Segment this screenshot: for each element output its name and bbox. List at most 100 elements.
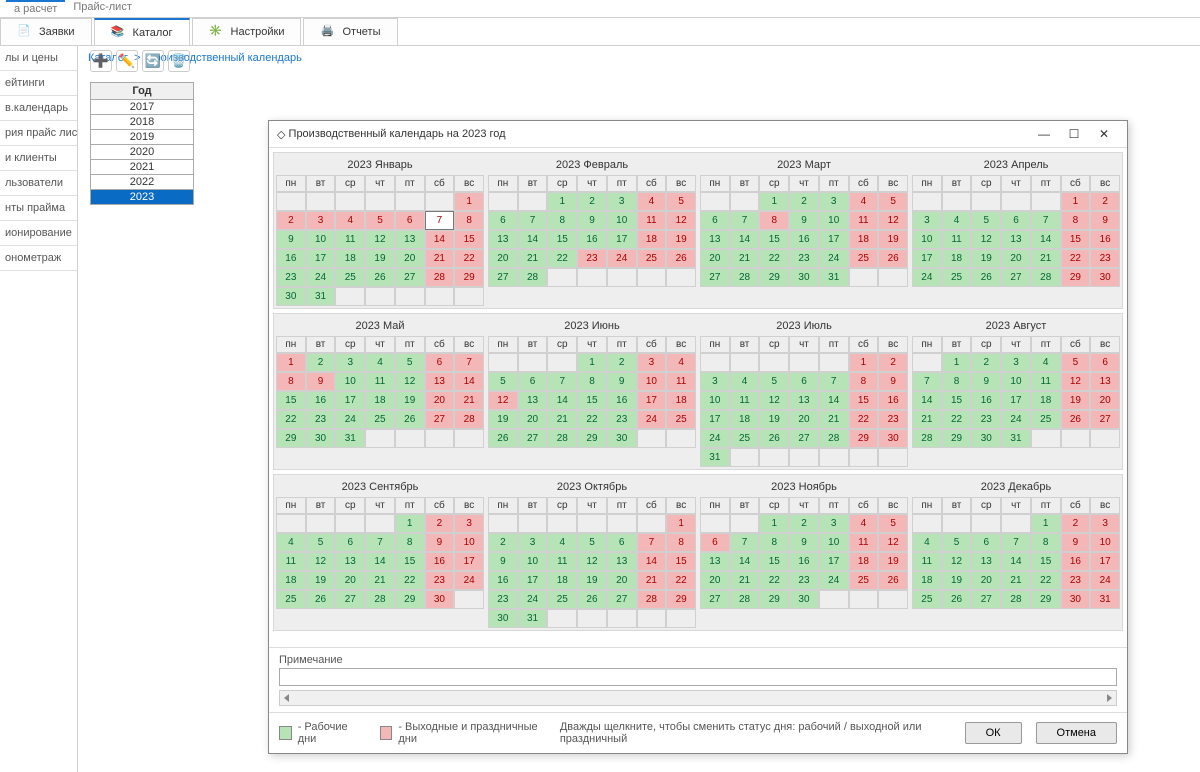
- day-cell[interactable]: 25: [1031, 410, 1061, 429]
- day-cell[interactable]: 17: [819, 230, 849, 249]
- day-cell[interactable]: 18: [730, 410, 760, 429]
- day-cell[interactable]: 3: [912, 211, 942, 230]
- day-cell[interactable]: 13: [425, 372, 455, 391]
- day-cell[interactable]: 16: [488, 571, 518, 590]
- sidebar-item[interactable]: и клиенты: [0, 146, 77, 171]
- day-cell[interactable]: 29: [577, 429, 607, 448]
- day-cell[interactable]: 8: [1031, 533, 1061, 552]
- day-cell[interactable]: 29: [759, 590, 789, 609]
- day-cell[interactable]: 5: [1061, 353, 1091, 372]
- day-cell[interactable]: 14: [730, 552, 760, 571]
- day-cell[interactable]: 31: [700, 448, 730, 467]
- note-input[interactable]: [279, 668, 1117, 686]
- day-cell[interactable]: 2: [878, 353, 908, 372]
- day-cell[interactable]: 7: [730, 211, 760, 230]
- day-cell[interactable]: 19: [878, 230, 908, 249]
- day-cell[interactable]: 10: [1001, 372, 1031, 391]
- day-cell[interactable]: 9: [1061, 533, 1091, 552]
- day-cell[interactable]: 28: [912, 429, 942, 448]
- day-cell[interactable]: 24: [1090, 571, 1120, 590]
- day-cell[interactable]: 13: [700, 552, 730, 571]
- day-cell[interactable]: 21: [454, 391, 484, 410]
- day-cell[interactable]: 28: [365, 590, 395, 609]
- day-cell[interactable]: 21: [819, 410, 849, 429]
- day-cell[interactable]: 3: [637, 353, 667, 372]
- day-cell[interactable]: 26: [488, 429, 518, 448]
- day-cell[interactable]: 18: [335, 249, 365, 268]
- day-cell[interactable]: 14: [819, 391, 849, 410]
- day-cell[interactable]: 26: [666, 249, 696, 268]
- day-cell[interactable]: 23: [878, 410, 908, 429]
- day-cell[interactable]: 18: [365, 391, 395, 410]
- day-cell[interactable]: 25: [365, 410, 395, 429]
- day-cell[interactable]: 14: [912, 391, 942, 410]
- day-cell[interactable]: 17: [306, 249, 336, 268]
- day-cell[interactable]: 5: [942, 533, 972, 552]
- day-cell[interactable]: 1: [666, 514, 696, 533]
- day-cell[interactable]: 26: [1061, 410, 1091, 429]
- day-cell[interactable]: 10: [607, 211, 637, 230]
- day-cell[interactable]: 18: [637, 230, 667, 249]
- day-cell[interactable]: 4: [547, 533, 577, 552]
- maximize-button[interactable]: ☐: [1059, 125, 1089, 143]
- day-cell[interactable]: 24: [607, 249, 637, 268]
- day-cell[interactable]: 13: [395, 230, 425, 249]
- day-cell[interactable]: 4: [849, 514, 879, 533]
- day-cell[interactable]: 28: [518, 268, 548, 287]
- day-cell[interactable]: 11: [365, 372, 395, 391]
- add-button[interactable]: ➕: [90, 50, 112, 72]
- day-cell[interactable]: 12: [759, 391, 789, 410]
- day-cell[interactable]: 7: [819, 372, 849, 391]
- day-cell[interactable]: 20: [607, 571, 637, 590]
- day-cell[interactable]: 6: [789, 372, 819, 391]
- day-cell[interactable]: 21: [637, 571, 667, 590]
- day-cell[interactable]: 20: [335, 571, 365, 590]
- day-cell[interactable]: 9: [971, 372, 1001, 391]
- day-cell[interactable]: 9: [1090, 211, 1120, 230]
- day-cell[interactable]: 5: [306, 533, 336, 552]
- day-cell[interactable]: 2: [607, 353, 637, 372]
- day-cell[interactable]: 22: [577, 410, 607, 429]
- day-cell[interactable]: 18: [849, 552, 879, 571]
- day-cell[interactable]: 11: [942, 230, 972, 249]
- day-cell[interactable]: 21: [912, 410, 942, 429]
- day-cell[interactable]: 27: [1090, 410, 1120, 429]
- day-cell[interactable]: 17: [454, 552, 484, 571]
- day-cell[interactable]: 29: [395, 590, 425, 609]
- day-cell[interactable]: 8: [759, 211, 789, 230]
- sidebar-item[interactable]: рия прайс листов: [0, 121, 77, 146]
- day-cell[interactable]: 3: [335, 353, 365, 372]
- day-cell[interactable]: 20: [1001, 249, 1031, 268]
- day-cell[interactable]: 29: [454, 268, 484, 287]
- day-cell[interactable]: 22: [547, 249, 577, 268]
- day-cell[interactable]: 30: [1061, 590, 1091, 609]
- day-cell[interactable]: 6: [1090, 353, 1120, 372]
- day-cell[interactable]: 29: [666, 590, 696, 609]
- day-cell[interactable]: 10: [912, 230, 942, 249]
- day-cell[interactable]: 7: [1001, 533, 1031, 552]
- day-cell[interactable]: 6: [607, 533, 637, 552]
- day-cell[interactable]: 29: [1031, 590, 1061, 609]
- day-cell[interactable]: 15: [942, 391, 972, 410]
- day-cell[interactable]: 18: [849, 230, 879, 249]
- day-cell[interactable]: 26: [395, 410, 425, 429]
- day-cell[interactable]: 31: [306, 287, 336, 306]
- day-cell[interactable]: 8: [942, 372, 972, 391]
- day-cell[interactable]: 16: [306, 391, 336, 410]
- top-tab[interactable]: а расчет: [6, 0, 65, 17]
- day-cell[interactable]: 3: [819, 192, 849, 211]
- day-cell[interactable]: 1: [759, 514, 789, 533]
- day-cell[interactable]: 8: [666, 533, 696, 552]
- day-cell[interactable]: 14: [1001, 552, 1031, 571]
- day-cell[interactable]: 26: [971, 268, 1001, 287]
- day-cell[interactable]: 27: [700, 268, 730, 287]
- year-item[interactable]: 2017: [90, 100, 194, 115]
- day-cell[interactable]: 23: [971, 410, 1001, 429]
- day-cell[interactable]: 6: [395, 211, 425, 230]
- day-cell[interactable]: 2: [1090, 192, 1120, 211]
- day-cell[interactable]: 17: [700, 410, 730, 429]
- day-cell[interactable]: 29: [759, 268, 789, 287]
- day-cell[interactable]: 8: [276, 372, 306, 391]
- day-cell[interactable]: 8: [547, 211, 577, 230]
- day-cell[interactable]: 16: [577, 230, 607, 249]
